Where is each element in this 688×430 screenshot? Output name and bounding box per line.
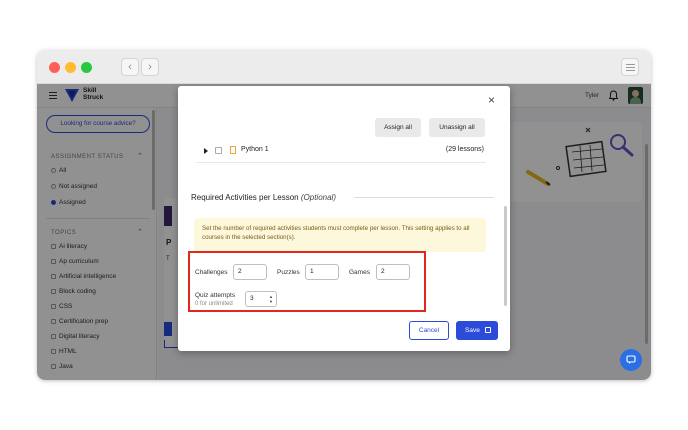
cancel-button[interactable]: Cancel [409,321,449,340]
forward-button[interactable]: › [141,58,159,76]
course-checkbox[interactable] [215,147,222,154]
notice-box: Set the number of required activities st… [194,218,486,252]
close-window-button[interactable] [49,62,60,73]
modal-scrollbar[interactable] [504,206,507,306]
file-icon [230,146,236,154]
section-title: Required Activities per Lesson [191,193,299,202]
save-button[interactable]: Save [456,321,498,340]
back-button[interactable]: ‹ [121,58,139,76]
minimize-window-button[interactable] [65,62,76,73]
chat-icon [626,355,636,364]
course-name: Python 1 [241,146,269,153]
notice-text: Set the number of required activities st… [202,225,470,241]
highlight-box [188,251,426,312]
section-optional: (Optional) [300,193,336,202]
course-row[interactable]: Python 1 (29 lessons) [196,143,486,163]
save-label: Save [465,327,480,334]
browser-menu-button[interactable] [621,58,639,76]
course-lesson-count: (29 lessons) [445,146,484,153]
chat-button[interactable] [620,349,642,371]
browser-window: ‹ › Skill Struck Tyler Looking for cours… [37,50,651,380]
section-divider [354,197,494,198]
caret-right-icon[interactable] [204,148,208,154]
unassign-all-button[interactable]: Unassign all [429,118,485,137]
maximize-window-button[interactable] [81,62,92,73]
assign-all-button[interactable]: Assign all [375,118,421,137]
close-icon[interactable]: × [488,94,495,106]
save-icon [485,327,491,333]
app-viewport: Skill Struck Tyler Looking for course ad… [37,84,651,380]
section-heading: Required Activities per Lesson (Optional… [191,193,336,202]
assign-modal: × Assign all Unassign all Python 1 (29 l… [178,86,510,351]
browser-titlebar: ‹ › [37,50,651,84]
